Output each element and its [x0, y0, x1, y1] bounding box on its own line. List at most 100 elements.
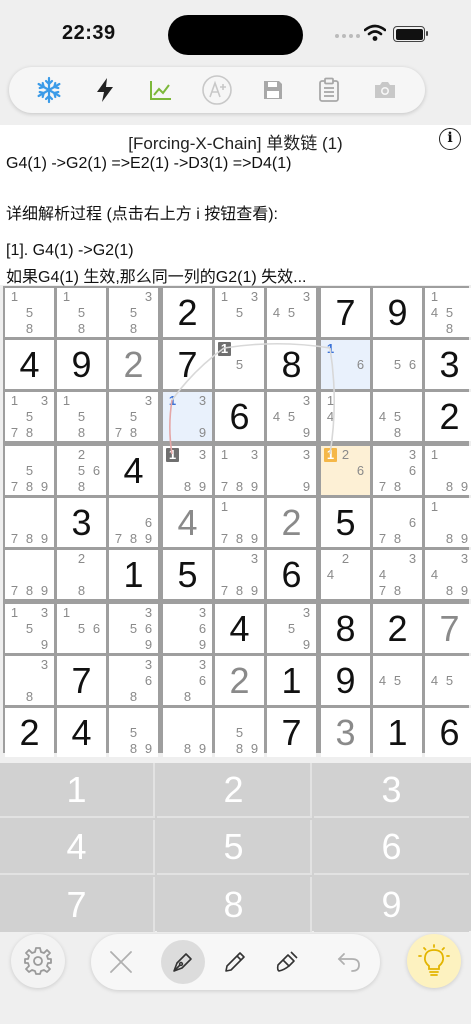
grid-cell[interactable]: 589: [215, 708, 264, 757]
undo-button[interactable]: [327, 940, 371, 984]
save-button[interactable]: [253, 70, 293, 110]
grid-cell[interactable]: 2568: [57, 446, 106, 495]
grid-cell[interactable]: 45: [425, 656, 471, 705]
chart-button[interactable]: [141, 70, 181, 110]
keypad-key-6[interactable]: 6: [314, 820, 469, 875]
pen-button[interactable]: [161, 940, 205, 984]
grid-cell[interactable]: 3569: [109, 604, 158, 653]
grid-cell[interactable]: 5789: [5, 446, 54, 495]
grid-cell[interactable]: 2: [215, 656, 264, 705]
grid-cell[interactable]: 3: [321, 708, 370, 757]
grid-cell[interactable]: 1 35: [215, 288, 264, 337]
keypad-key-3[interactable]: 3: [314, 763, 469, 818]
grid-cell[interactable]: 4: [109, 446, 158, 495]
grid-cell[interactable]: 368: [163, 656, 212, 705]
keypad-key-2[interactable]: 2: [157, 763, 312, 818]
keypad-key-7[interactable]: 7: [0, 877, 155, 932]
grid-cell[interactable]: 15: [215, 340, 264, 389]
grid-cell[interactable]: 358: [109, 288, 158, 337]
grid-cell[interactable]: 6: [215, 392, 264, 441]
lightning-button[interactable]: [85, 70, 125, 110]
grid-cell[interactable]: 3578: [109, 392, 158, 441]
grid-cell[interactable]: 3 478: [373, 550, 422, 599]
grid-cell[interactable]: 458: [373, 392, 422, 441]
grid-cell[interactable]: 3 789: [215, 550, 264, 599]
grid-cell[interactable]: 158: [57, 392, 106, 441]
grid-cell[interactable]: 589: [109, 708, 158, 757]
grid-cell[interactable]: 158: [5, 288, 54, 337]
keypad-key-5[interactable]: 5: [157, 820, 312, 875]
keypad-key-9[interactable]: 9: [314, 877, 469, 932]
grid-cell[interactable]: 369: [163, 604, 212, 653]
grid-cell[interactable]: 8: [321, 604, 370, 653]
grid-cell[interactable]: 1458: [425, 288, 471, 337]
grid-cell[interactable]: 789: [5, 550, 54, 599]
grid-cell[interactable]: 789: [5, 498, 54, 547]
brush-button[interactable]: [265, 940, 309, 984]
grid-cell[interactable]: 7: [163, 340, 212, 389]
info-button[interactable]: i: [439, 128, 461, 150]
grid-cell[interactable]: 4: [5, 340, 54, 389]
grid-cell[interactable]: 6: [425, 708, 471, 757]
grid-cell[interactable]: 7: [57, 656, 106, 705]
grid-cell[interactable]: 5: [163, 550, 212, 599]
clipboard-button[interactable]: [309, 70, 349, 110]
grid-cell[interactable]: 45: [373, 656, 422, 705]
ai-button[interactable]: [197, 70, 237, 110]
grid-cell[interactable]: 7: [425, 604, 471, 653]
grid-cell[interactable]: 4: [57, 708, 106, 757]
hint-button[interactable]: [407, 934, 461, 988]
grid-cell[interactable]: 14: [321, 392, 370, 441]
grid-cell[interactable]: 3 45: [267, 288, 316, 337]
keypad-key-4[interactable]: 4: [0, 820, 155, 875]
grid-cell[interactable]: 9: [57, 340, 106, 389]
grid-cell[interactable]: 158: [57, 288, 106, 337]
grid-cell[interactable]: 1 3578: [5, 392, 54, 441]
grid-cell[interactable]: 7: [321, 288, 370, 337]
grid-cell[interactable]: 3 489: [425, 550, 471, 599]
grid-cell[interactable]: 7: [267, 708, 316, 757]
grid-cell[interactable]: 8: [267, 340, 316, 389]
settings-button[interactable]: [11, 934, 65, 988]
grid-cell[interactable]: 5: [321, 498, 370, 547]
grid-cell[interactable]: 6: [267, 550, 316, 599]
grid-cell[interactable]: 2: [425, 392, 471, 441]
grid-cell[interactable]: 1: [267, 656, 316, 705]
grid-cell[interactable]: 28: [57, 550, 106, 599]
grid-cell[interactable]: 3: [425, 340, 471, 389]
keypad-key-1[interactable]: 1: [0, 763, 155, 818]
grid-cell[interactable]: 156: [57, 604, 106, 653]
grid-cell[interactable]: 1: [373, 708, 422, 757]
grid-cell[interactable]: 2: [373, 604, 422, 653]
pencil-button[interactable]: [213, 940, 257, 984]
grid-cell[interactable]: 359: [267, 604, 316, 653]
grid-cell[interactable]: 1 3 9: [163, 392, 212, 441]
grid-cell[interactable]: 24: [321, 550, 370, 599]
grid-cell[interactable]: 1789: [215, 498, 264, 547]
grid-cell[interactable]: 1: [109, 550, 158, 599]
grid-cell[interactable]: 189: [425, 446, 471, 495]
grid-cell[interactable]: 189: [425, 498, 471, 547]
grid-cell[interactable]: 1 359: [5, 604, 54, 653]
grid-cell[interactable]: 3: [57, 498, 106, 547]
grid-cell[interactable]: 4: [215, 604, 264, 653]
grid-cell[interactable]: 1 389: [163, 446, 212, 495]
grid-cell[interactable]: 368: [109, 656, 158, 705]
grid-cell[interactable]: 2: [267, 498, 316, 547]
grid-cell[interactable]: 56: [373, 340, 422, 389]
keypad-key-8[interactable]: 8: [157, 877, 312, 932]
grid-cell[interactable]: 6 789: [109, 498, 158, 547]
grid-cell[interactable]: 2: [5, 708, 54, 757]
grid-cell[interactable]: 39: [267, 446, 316, 495]
grid-cell[interactable]: 16: [321, 340, 370, 389]
grid-cell[interactable]: 89: [163, 708, 212, 757]
grid-cell[interactable]: 126: [321, 446, 370, 495]
grid-cell[interactable]: 1 3 789: [215, 446, 264, 495]
grid-cell[interactable]: 38: [5, 656, 54, 705]
grid-cell[interactable]: 9: [373, 288, 422, 337]
grid-cell[interactable]: 36 78: [373, 446, 422, 495]
camera-button[interactable]: [365, 70, 405, 110]
grid-cell[interactable]: 2: [163, 288, 212, 337]
grid-cell[interactable]: 3 459: [267, 392, 316, 441]
grid-cell[interactable]: 4: [163, 498, 212, 547]
